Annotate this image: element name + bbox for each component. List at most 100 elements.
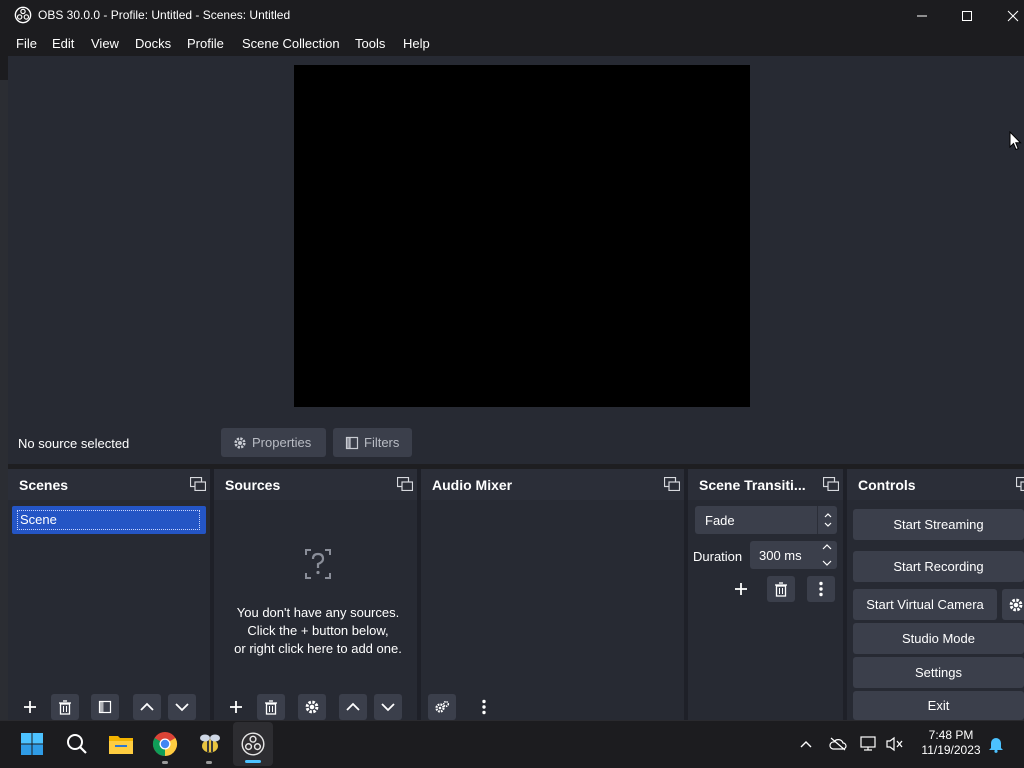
dock-float-icon[interactable] [664, 477, 680, 491]
menu-edit[interactable]: Edit [52, 36, 74, 51]
sources-dock-header: Sources [214, 469, 417, 500]
sources-empty-line-2: Click the + button below, [247, 623, 389, 638]
dock-float-icon[interactable] [397, 477, 413, 491]
duration-spinbox[interactable]: 300 ms [750, 541, 837, 569]
bell-icon [989, 738, 1003, 753]
search-icon[interactable] [62, 729, 92, 759]
obs-icon[interactable] [238, 729, 268, 759]
taskbar-clock[interactable]: 7:48 PM 11/19/2023 [916, 728, 986, 758]
bee-app-icon[interactable] [195, 729, 225, 759]
obs-logo-icon [14, 6, 32, 24]
start-recording-button[interactable]: Start Recording [853, 551, 1024, 582]
filters-label: Filters [364, 435, 400, 450]
scene-list-item[interactable]: Scene [12, 506, 206, 534]
remove-source-button[interactable] [257, 694, 285, 720]
filter-icon [98, 700, 112, 714]
menu-profile[interactable]: Profile [187, 36, 224, 51]
audio-mixer-menu-button[interactable] [470, 694, 498, 720]
window-title: OBS 30.0.0 - Profile: Untitled - Scenes:… [38, 8, 291, 22]
question-icon [305, 549, 331, 579]
gear-icon [234, 436, 246, 449]
chrome-running-indicator [162, 761, 168, 764]
duration-label: Duration [693, 549, 743, 564]
sources-empty-state: You don't have any sources. Click the + … [218, 547, 418, 658]
exit-button[interactable]: Exit [853, 691, 1024, 720]
updown-chevron-icon [824, 513, 832, 527]
settings-button[interactable]: Settings [853, 657, 1024, 688]
filters-button[interactable]: Filters [333, 428, 412, 457]
audio-mixer-dock: Audio Mixer [421, 469, 684, 720]
transition-select[interactable]: Fade [695, 506, 837, 534]
move-scene-up-button[interactable] [133, 694, 161, 720]
menu-view[interactable]: View [91, 36, 119, 51]
more-vertical-icon [482, 699, 486, 715]
chevron-up-icon [140, 702, 154, 711]
window-edge-top [0, 56, 8, 80]
move-source-down-button[interactable] [374, 694, 402, 720]
transitions-dock-title: Scene Transiti... [699, 477, 806, 493]
menu-file[interactable]: File [16, 36, 37, 51]
gear-icon [1009, 598, 1023, 611]
studio-mode-button[interactable]: Studio Mode [853, 623, 1024, 654]
dock-float-icon[interactable] [823, 477, 839, 491]
trash-icon [775, 581, 787, 597]
menu-tools[interactable]: Tools [355, 36, 385, 51]
controls-dock-title: Controls [858, 477, 916, 493]
sources-empty-line-1: You don't have any sources. [236, 605, 400, 620]
remove-scene-button[interactable] [51, 694, 79, 720]
preview-canvas[interactable] [294, 65, 750, 407]
audio-mixer-dock-header: Audio Mixer [421, 469, 684, 500]
windows-logo-icon [21, 733, 43, 755]
gears-icon [435, 700, 450, 713]
move-scene-down-button[interactable] [168, 694, 196, 720]
menu-scene-collection[interactable]: Scene Collection [242, 36, 340, 51]
speaker-muted-icon [886, 736, 903, 752]
start-icon[interactable] [17, 729, 47, 759]
chevron-up-icon [800, 741, 812, 748]
dock-float-icon[interactable] [190, 477, 206, 491]
chevron-up-icon [346, 702, 360, 711]
scene-filters-button[interactable] [91, 694, 119, 720]
add-transition-button[interactable] [727, 576, 755, 602]
sources-empty-line-3: or right click here to add one. [234, 641, 402, 656]
chrome-icon[interactable] [150, 729, 180, 759]
trash-icon [265, 699, 277, 715]
onedrive-icon[interactable] [829, 735, 847, 753]
bee-running-indicator [206, 761, 212, 764]
notifications-button[interactable] [987, 735, 1005, 753]
cloud-off-icon [829, 737, 847, 751]
obs-active-indicator [245, 760, 261, 763]
network-icon[interactable] [860, 735, 878, 753]
virtual-camera-settings-button[interactable] [1002, 589, 1024, 620]
add-scene-button[interactable] [16, 694, 44, 720]
minimize-button[interactable] [899, 0, 945, 31]
audio-advanced-properties-button[interactable] [428, 694, 456, 720]
sources-dock-title: Sources [225, 477, 281, 493]
close-button[interactable] [990, 0, 1024, 31]
volume-icon[interactable] [886, 735, 904, 753]
remove-transition-button[interactable] [767, 576, 795, 602]
start-virtual-camera-button[interactable]: Start Virtual Camera [853, 589, 997, 620]
source-properties-button[interactable] [298, 694, 326, 720]
maximize-button[interactable] [944, 0, 990, 31]
menu-bar: File Edit View Docks Profile Scene Colle… [0, 31, 1024, 56]
menu-help[interactable]: Help [403, 36, 430, 51]
clock-date: 11/19/2023 [921, 743, 981, 757]
chevron-down-icon [381, 703, 395, 712]
filter-icon [345, 436, 359, 449]
no-source-label: No source selected [18, 436, 130, 451]
move-source-up-button[interactable] [339, 694, 367, 720]
close-icon [1007, 10, 1019, 21]
spin-arrows[interactable] [817, 541, 837, 569]
dock-float-icon[interactable] [1016, 477, 1024, 491]
file-explorer-icon[interactable] [106, 729, 136, 759]
properties-button[interactable]: Properties [221, 428, 326, 457]
menu-docks[interactable]: Docks [135, 36, 171, 51]
show-hidden-icons-button[interactable] [797, 735, 815, 753]
start-streaming-button[interactable]: Start Streaming [853, 509, 1024, 540]
mouse-cursor-icon [1009, 131, 1022, 151]
add-source-button[interactable] [222, 694, 250, 720]
chrome-logo-icon [152, 732, 178, 756]
transition-menu-button[interactable] [807, 576, 835, 602]
scene-item-label: Scene [20, 512, 57, 527]
